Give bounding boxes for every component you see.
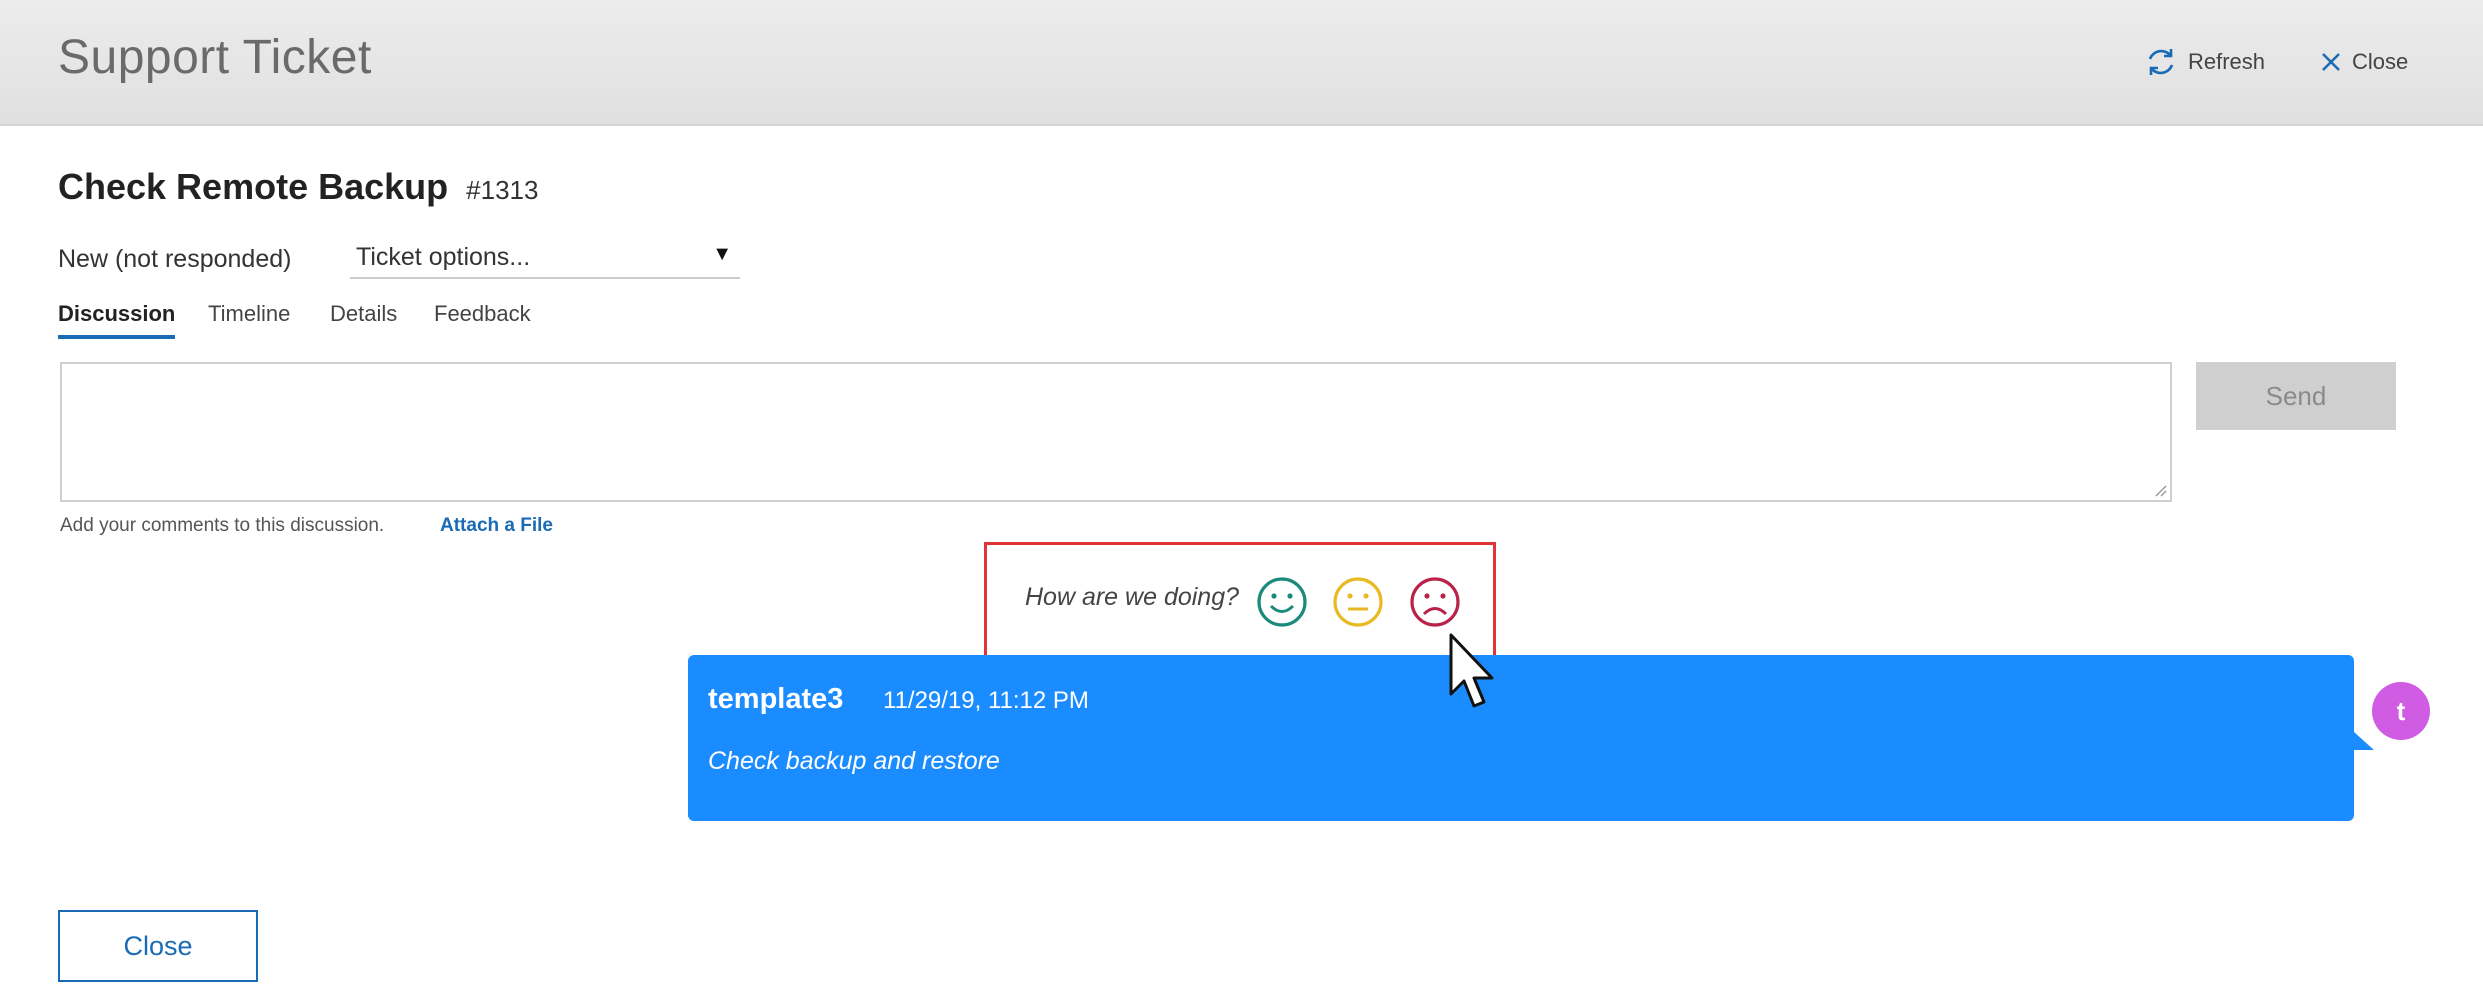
message-author: template3 — [708, 683, 844, 715]
close-header-button[interactable]: Close — [2320, 42, 2408, 82]
bubble-tail — [2354, 732, 2374, 750]
close-label: Close — [2352, 49, 2409, 74]
neutral-face-icon[interactable] — [1331, 575, 1385, 629]
refresh-icon — [2148, 49, 2174, 75]
ticket-number: #1313 — [466, 175, 539, 205]
tab-details[interactable]: Details — [330, 301, 397, 327]
resize-grip-icon[interactable] — [2153, 483, 2167, 497]
send-button[interactable]: Send — [2196, 362, 2396, 430]
sad-face-icon[interactable] — [1408, 575, 1462, 629]
message-timestamp: 11/29/19, 11:12 PM — [883, 687, 1089, 714]
attach-file-link[interactable]: Attach a File — [440, 515, 553, 537]
ticket-options-dropdown[interactable]: Ticket options... ▼ — [350, 237, 740, 279]
comment-textarea[interactable] — [60, 362, 2172, 502]
tab-discussion[interactable]: Discussion — [58, 301, 176, 339]
feedback-question: How are we doing? — [1025, 583, 1240, 611]
ticket-status: New (not responded) — [58, 245, 292, 273]
ticket-options-label: Ticket options... — [356, 243, 531, 271]
ticket-title: Check Remote Backup #1313 — [58, 166, 538, 208]
refresh-button[interactable]: Refresh — [2144, 42, 2265, 82]
avatar: t — [2372, 682, 2430, 740]
comment-helper-text: Add your comments to this discussion. — [60, 515, 385, 536]
feedback-prompt: How are we doing? — [984, 542, 1496, 658]
close-button[interactable]: Close — [58, 910, 258, 982]
happy-face-icon[interactable] — [1255, 575, 1309, 629]
caret-down-icon: ▼ — [712, 243, 732, 265]
page-title: Support Ticket — [58, 31, 372, 84]
message-bubble: template3 11/29/19, 11:12 PM Check backu… — [688, 655, 2354, 821]
refresh-label: Refresh — [2188, 49, 2266, 74]
ticket-name: Check Remote Backup — [58, 166, 449, 207]
tab-timeline[interactable]: Timeline — [208, 301, 290, 327]
tab-feedback[interactable]: Feedback — [434, 301, 531, 327]
message-text: Check backup and restore — [708, 747, 1000, 775]
mouse-cursor-icon — [1449, 633, 1494, 708]
header-bar: Support Ticket Refresh Close — [0, 0, 2483, 126]
close-icon — [2322, 53, 2340, 71]
